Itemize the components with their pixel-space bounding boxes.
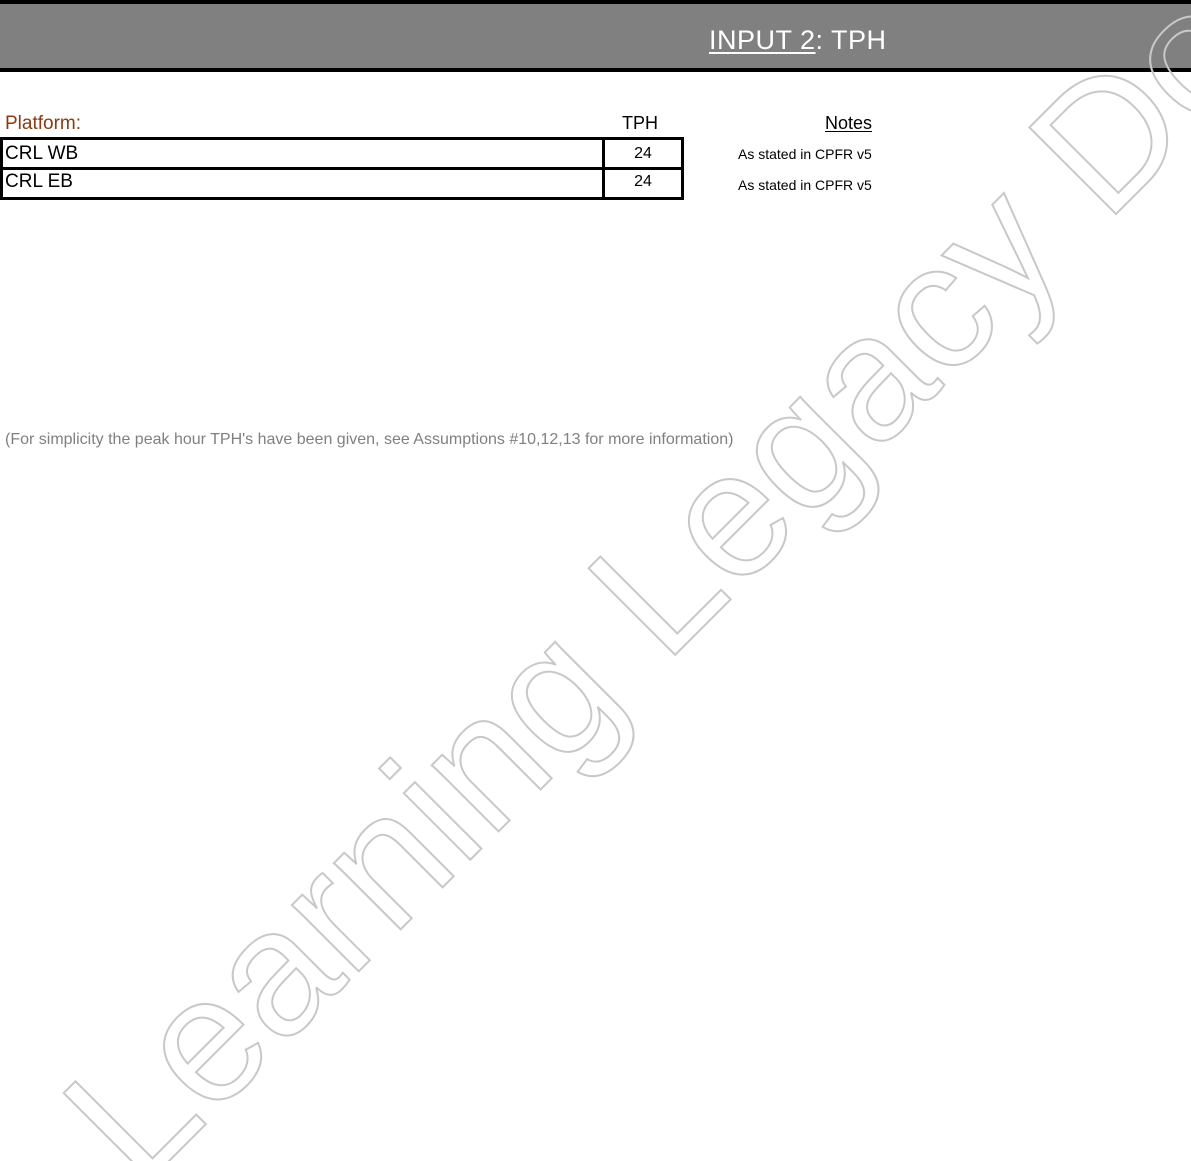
- platform-cell[interactable]: CRL WB: [0, 137, 604, 170]
- note-cell: As stated in CPFR v5: [738, 146, 872, 162]
- tph-cell[interactable]: 24: [603, 170, 684, 200]
- table-row: CRL WB 24: [0, 137, 684, 170]
- spreadsheet-page: INPUT 2: TPH Platform: TPH Notes CRL WB …: [0, 0, 1191, 1161]
- table-row: CRL EB 24: [0, 170, 684, 203]
- tph-cell[interactable]: 24: [603, 137, 684, 170]
- footnote: (For simplicity the peak hour TPH's have…: [5, 431, 734, 448]
- title-suffix: : TPH: [815, 25, 887, 55]
- page-title: INPUT 2: TPH: [709, 25, 887, 56]
- header-bar: INPUT 2: TPH: [0, 0, 1191, 72]
- note-cell: As stated in CPFR v5: [738, 177, 872, 193]
- title-input-number: INPUT 2: [709, 25, 816, 55]
- notes-column-header: Notes: [825, 113, 873, 133]
- platform-cell[interactable]: CRL EB: [0, 170, 604, 200]
- tph-column-header: TPH: [622, 113, 658, 133]
- platform-column-header: Platform:: [5, 113, 82, 134]
